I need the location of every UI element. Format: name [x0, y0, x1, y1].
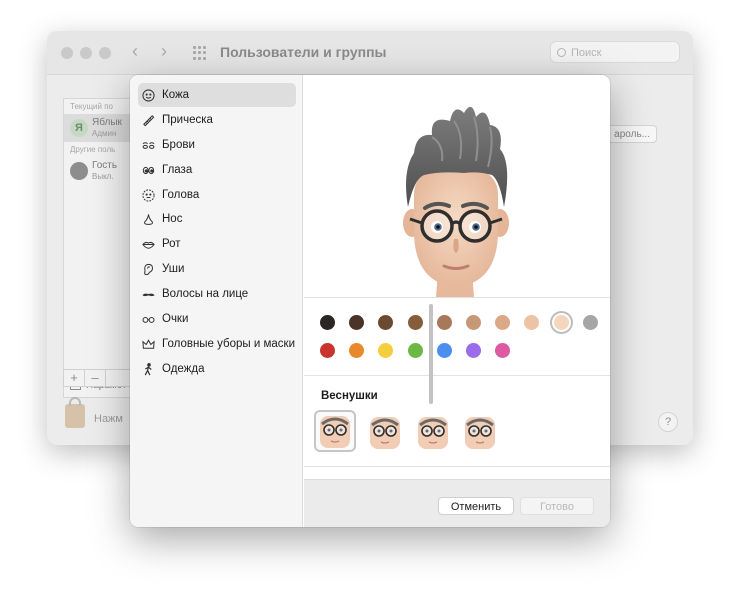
titlebar: ‹ › Пользователи и группы Поиск: [47, 31, 693, 75]
color-swatch[interactable]: [349, 315, 365, 330]
eyebrow-icon: [142, 141, 155, 149]
sidebar-item-label: Прическа: [162, 113, 213, 126]
face-thumbnail-icon: [370, 417, 400, 449]
scrollbar[interactable]: [429, 304, 433, 404]
color-swatch[interactable]: [407, 343, 423, 358]
sidebar-item-label: Глаза: [162, 163, 193, 176]
sidebar-item-headwear[interactable]: Головные уборы и маски: [138, 332, 296, 356]
color-swatch[interactable]: [466, 315, 481, 330]
face-thumbnail-icon: [465, 417, 495, 449]
search-field[interactable]: Поиск: [550, 41, 680, 63]
color-swatch[interactable]: [349, 343, 365, 358]
memoji-avatar: [403, 106, 509, 297]
person-icon: [144, 362, 152, 376]
color-swatch[interactable]: [320, 315, 335, 330]
add-user-button[interactable]: +: [64, 370, 85, 386]
sidebar-item-eyes[interactable]: Глаза: [138, 158, 296, 182]
ear-icon: [144, 264, 154, 276]
sidebar-item-label: Волосы на лице: [162, 288, 249, 301]
search-placeholder: Поиск: [571, 47, 602, 59]
add-remove-controls: + –: [63, 369, 138, 387]
face-thumbnail-icon: [418, 417, 448, 449]
back-arrow-icon[interactable]: ‹: [132, 41, 138, 62]
freckle-option[interactable]: [314, 410, 356, 452]
freckles-title: Веснушки: [321, 390, 378, 402]
color-swatch[interactable]: [378, 343, 394, 358]
close-window-button[interactable]: [61, 47, 73, 59]
sidebar-item-clothing[interactable]: Одежда: [138, 357, 296, 381]
sidebar-item-ears[interactable]: Уши: [138, 257, 296, 281]
color-swatch[interactable]: [407, 315, 423, 330]
help-button[interactable]: ?: [658, 412, 678, 432]
sidebar-item-facial-hair[interactable]: Волосы на лице: [138, 282, 296, 306]
crown-icon: [142, 339, 155, 349]
color-swatch[interactable]: [436, 315, 452, 330]
category-sidebar: Кожа Прическа Брови Глаза Голова Нос Рот…: [130, 75, 303, 527]
comb-icon: [143, 115, 155, 127]
sidebar-item-glasses[interactable]: Очки: [138, 307, 296, 331]
mustache-icon: [142, 293, 155, 297]
sidebar-item-hairstyle[interactable]: Прическа: [138, 108, 296, 132]
mouth-icon: [142, 242, 155, 250]
sidebar-item-head[interactable]: Голова: [138, 183, 296, 207]
zoom-window-button[interactable]: [99, 47, 111, 59]
skin-color-palette: [304, 298, 610, 376]
glasses-icon: [142, 317, 155, 323]
color-swatch[interactable]: [436, 343, 452, 358]
freckle-option[interactable]: [414, 413, 452, 451]
minimize-window-button[interactable]: [80, 47, 92, 59]
head-icon: [142, 188, 155, 202]
freckle-option[interactable]: [366, 413, 404, 451]
sidebar-item-label: Головные уборы и маски: [162, 337, 295, 350]
color-swatch[interactable]: [582, 315, 598, 330]
sidebar-item-label: Голова: [162, 188, 200, 201]
done-button[interactable]: Готово: [520, 497, 594, 515]
forward-arrow-icon[interactable]: ›: [161, 41, 167, 62]
color-swatch[interactable]: [466, 343, 481, 358]
nose-icon: [144, 214, 153, 226]
window-title: Пользователи и группы: [220, 44, 387, 60]
sidebar-item-label: Очки: [162, 313, 189, 326]
sheet-footer: Отменить Готово: [304, 479, 610, 527]
freckle-option[interactable]: [461, 413, 499, 451]
guest-avatar: [70, 162, 88, 180]
color-swatch[interactable]: [495, 343, 511, 358]
color-swatch[interactable]: [378, 315, 394, 330]
sidebar-item-eyebrows[interactable]: Брови: [138, 133, 296, 157]
sidebar-item-label: Нос: [162, 213, 183, 226]
grid-icon[interactable]: [193, 46, 207, 60]
face-icon: [142, 89, 155, 102]
lock-icon[interactable]: [65, 397, 85, 428]
remove-user-button[interactable]: –: [85, 370, 106, 386]
sidebar-item-nose[interactable]: Нос: [138, 207, 296, 231]
memoji-preview: [304, 75, 610, 298]
sidebar-item-skin[interactable]: Кожа: [138, 83, 296, 107]
sidebar-item-label: Брови: [162, 138, 195, 151]
color-swatch[interactable]: [495, 315, 511, 330]
avatar: Я: [70, 119, 88, 137]
sidebar-item-label: Одежда: [162, 362, 205, 375]
sidebar-item-label: Кожа: [162, 89, 190, 101]
memoji-editor-sheet: Кожа Прическа Брови Глаза Голова Нос Рот…: [130, 75, 610, 527]
eyes-icon: [142, 166, 155, 174]
color-swatch[interactable]: [524, 315, 540, 330]
divider: [304, 466, 610, 467]
face-thumbnail-icon: [320, 416, 350, 448]
cancel-button[interactable]: Отменить: [438, 497, 514, 515]
color-swatch[interactable]: [553, 315, 569, 330]
sidebar-item-mouth[interactable]: Рот: [138, 232, 296, 256]
search-icon: [557, 48, 566, 57]
sidebar-item-label: Уши: [162, 263, 185, 276]
color-swatch[interactable]: [320, 343, 335, 358]
sidebar-item-label: Рот: [162, 238, 181, 251]
lock-note: Нажм: [94, 413, 123, 425]
